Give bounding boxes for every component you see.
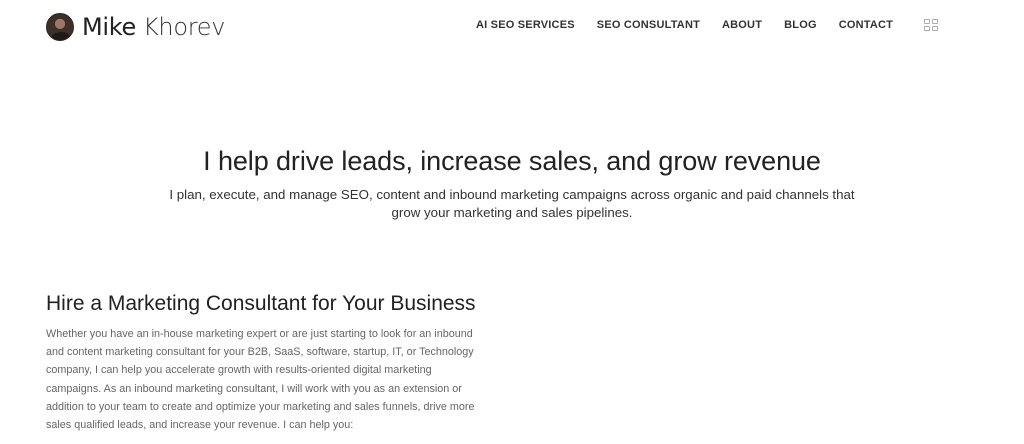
brand-first-name: Mike bbox=[82, 13, 136, 41]
hero-section: I help drive leads, increase sales, and … bbox=[0, 146, 1024, 222]
section-heading: Hire a Marketing Consultant for Your Bus… bbox=[46, 292, 476, 315]
main-nav: AI SEO SERVICES SEO CONSULTANT ABOUT BLO… bbox=[476, 19, 939, 31]
page: Mike Khorev AI SEO SERVICES SEO CONSULTAN… bbox=[0, 0, 1024, 444]
brand-name: Mike Khorev bbox=[82, 13, 225, 41]
hero-subtitle: I plan, execute, and manage SEO, content… bbox=[169, 187, 855, 220]
language-flag-icon[interactable] bbox=[924, 19, 939, 31]
nav-item-about[interactable]: ABOUT bbox=[722, 19, 762, 31]
avatar bbox=[46, 13, 74, 41]
nav-item-blog[interactable]: BLOG bbox=[784, 19, 817, 31]
nav-item-ai-seo-services[interactable]: AI SEO SERVICES bbox=[476, 19, 575, 31]
section-body: Whether you have an in-house marketing e… bbox=[46, 328, 475, 432]
site-header: Mike Khorev AI SEO SERVICES SEO CONSULTAN… bbox=[0, 0, 1024, 54]
brand-logo-link[interactable]: Mike Khorev bbox=[46, 12, 225, 42]
nav-item-seo-consultant[interactable]: SEO CONSULTANT bbox=[597, 19, 700, 31]
brand-last-name: Khorev bbox=[142, 13, 226, 41]
consultant-section: Hire a Marketing Consultant for Your Bus… bbox=[46, 292, 476, 434]
nav-item-contact[interactable]: CONTACT bbox=[839, 19, 893, 31]
hero-title: I help drive leads, increase sales, and … bbox=[203, 146, 821, 176]
